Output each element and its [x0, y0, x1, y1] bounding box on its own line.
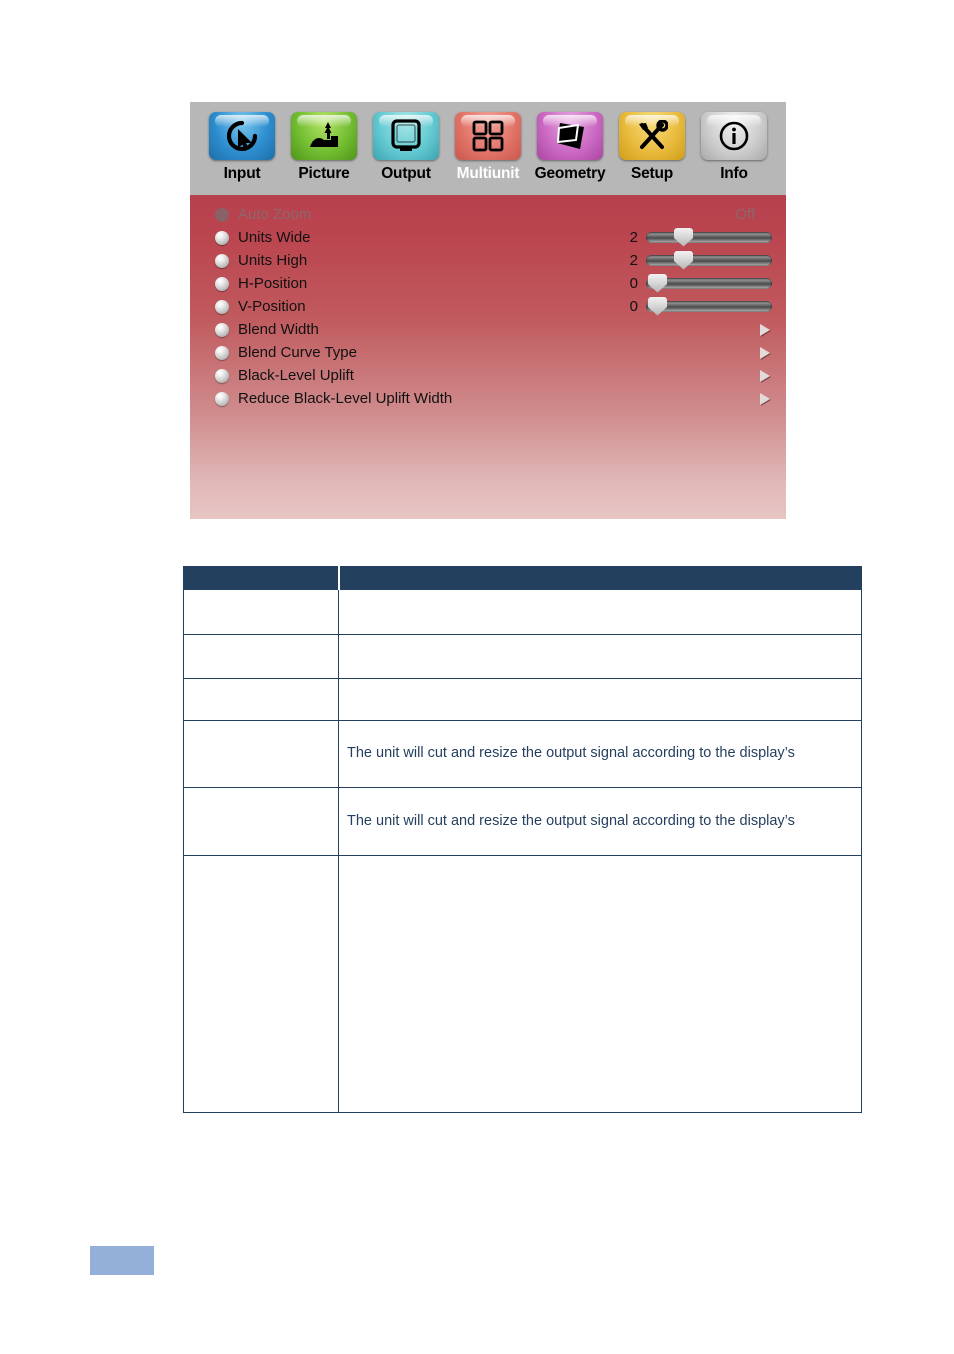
- table-cell-setting: [183, 678, 339, 721]
- nav-item-setup[interactable]: Setup: [614, 112, 690, 183]
- table-cell-description: The unit will cut and resize the output …: [338, 720, 862, 788]
- picture-scene-icon: [291, 112, 357, 160]
- bullet-icon: [215, 207, 229, 222]
- slider-value: 2: [629, 229, 638, 246]
- menu-row-black-level-uplift[interactable]: Black-Level Uplift: [190, 364, 786, 387]
- menu-row-auto-zoom[interactable]: Auto Zoom Off: [190, 203, 786, 226]
- chevron-right-icon: [760, 369, 770, 382]
- table-row: [183, 855, 862, 1113]
- menu-row-blend-width[interactable]: Blend Width: [190, 318, 786, 341]
- slider-units-high[interactable]: [646, 250, 772, 270]
- slider-thumb[interactable]: [648, 273, 667, 293]
- chevron-right-icon: [760, 323, 770, 336]
- table-row: The unit will cut and resize the output …: [183, 720, 862, 788]
- nav-label-info: Info: [720, 165, 748, 182]
- chevron-right-icon: [760, 346, 770, 359]
- osd-window: Input Picture Output Multiunit Geometry …: [190, 102, 786, 519]
- slider-track: [646, 255, 772, 266]
- table-cell-description: [338, 589, 862, 635]
- table-row: [183, 634, 862, 679]
- slider-value: 0: [629, 275, 638, 292]
- table-cell-setting: [183, 634, 339, 679]
- chevron-right-icon: [760, 392, 770, 405]
- slider-value: 2: [629, 252, 638, 269]
- table-header-col1: [183, 566, 339, 590]
- menu-row-units-wide[interactable]: Units Wide 2: [190, 226, 786, 249]
- table-cell-setting: [183, 589, 339, 635]
- menu-label: V-Position: [238, 298, 306, 315]
- table-row: The unit will cut and resize the output …: [183, 787, 862, 856]
- slider-thumb[interactable]: [648, 296, 667, 316]
- bullet-icon: [215, 253, 229, 268]
- bullet-icon: [215, 299, 229, 314]
- slider-value: 0: [629, 298, 638, 315]
- nav-item-geometry[interactable]: Geometry: [532, 112, 608, 183]
- menu-label: Units High: [238, 252, 308, 269]
- nav-item-output[interactable]: Output: [368, 112, 444, 183]
- keystone-shape-icon: [537, 112, 603, 160]
- table-cell-description: [338, 634, 862, 679]
- input-cursor-icon: [209, 112, 275, 160]
- table-cell-description: [338, 678, 862, 721]
- slider-v-position[interactable]: [646, 296, 772, 316]
- menu-label: Units Wide: [238, 229, 311, 246]
- settings-description-table: The unit will cut and resize the output …: [183, 566, 862, 1113]
- info-circle-icon: [701, 112, 767, 160]
- tools-icon: [619, 112, 685, 160]
- grid-2x2-icon: [455, 112, 521, 160]
- bullet-icon: [215, 345, 229, 360]
- nav-item-picture[interactable]: Picture: [286, 112, 362, 183]
- table-cell-setting: [183, 855, 339, 1113]
- slider-track: [646, 232, 772, 243]
- menu-row-h-position[interactable]: H-Position 0: [190, 272, 786, 295]
- menu-label: Auto Zoom: [238, 206, 312, 223]
- table-header-col2: [337, 566, 862, 590]
- nav-label-setup: Setup: [630, 165, 674, 182]
- nav-item-info[interactable]: Info: [696, 112, 772, 183]
- slider-h-position[interactable]: [646, 273, 772, 293]
- nav-label-multiunit: Multiunit: [456, 165, 520, 182]
- menu-row-v-position[interactable]: V-Position 0: [190, 295, 786, 318]
- table-cell-description: [338, 855, 862, 1113]
- nav-label-geometry: Geometry: [534, 165, 606, 182]
- nav-item-multiunit[interactable]: Multiunit: [450, 112, 526, 183]
- menu-row-blend-curve-type[interactable]: Blend Curve Type: [190, 341, 786, 364]
- osd-menu-list: Auto Zoom Off Units Wide 2 Units High 2: [190, 195, 786, 519]
- table-row: [183, 589, 862, 635]
- slider-thumb[interactable]: [674, 250, 693, 270]
- table-cell-setting: [183, 787, 339, 856]
- bullet-icon: [215, 230, 229, 245]
- bullet-icon: [215, 322, 229, 337]
- menu-label: H-Position: [238, 275, 308, 292]
- bullet-icon: [215, 368, 229, 383]
- slider-units-wide[interactable]: [646, 227, 772, 247]
- menu-row-units-high[interactable]: Units High 2: [190, 249, 786, 272]
- nav-label-output: Output: [381, 165, 431, 182]
- table-cell-description: The unit will cut and resize the output …: [338, 787, 862, 856]
- menu-value: Off: [735, 206, 755, 223]
- slider-thumb[interactable]: [674, 227, 693, 247]
- menu-label: Blend Width: [238, 321, 319, 338]
- footer-page-number-swatch: [90, 1246, 154, 1275]
- nav-label-input: Input: [223, 165, 261, 182]
- table-header-row: [183, 566, 862, 590]
- menu-label: Blend Curve Type: [238, 344, 357, 361]
- bullet-icon: [215, 391, 229, 406]
- osd-nav-toolbar: Input Picture Output Multiunit Geometry …: [190, 102, 786, 195]
- monitor-icon: [373, 112, 439, 160]
- table-row: [183, 678, 862, 721]
- menu-label: Reduce Black-Level Uplift Width: [238, 390, 453, 407]
- nav-label-picture: Picture: [298, 165, 350, 182]
- table-cell-setting: [183, 720, 339, 788]
- menu-label: Black-Level Uplift: [238, 367, 354, 384]
- menu-row-reduce-black-level-uplift-width[interactable]: Reduce Black-Level Uplift Width: [190, 387, 786, 410]
- nav-item-input[interactable]: Input: [204, 112, 280, 183]
- bullet-icon: [215, 276, 229, 291]
